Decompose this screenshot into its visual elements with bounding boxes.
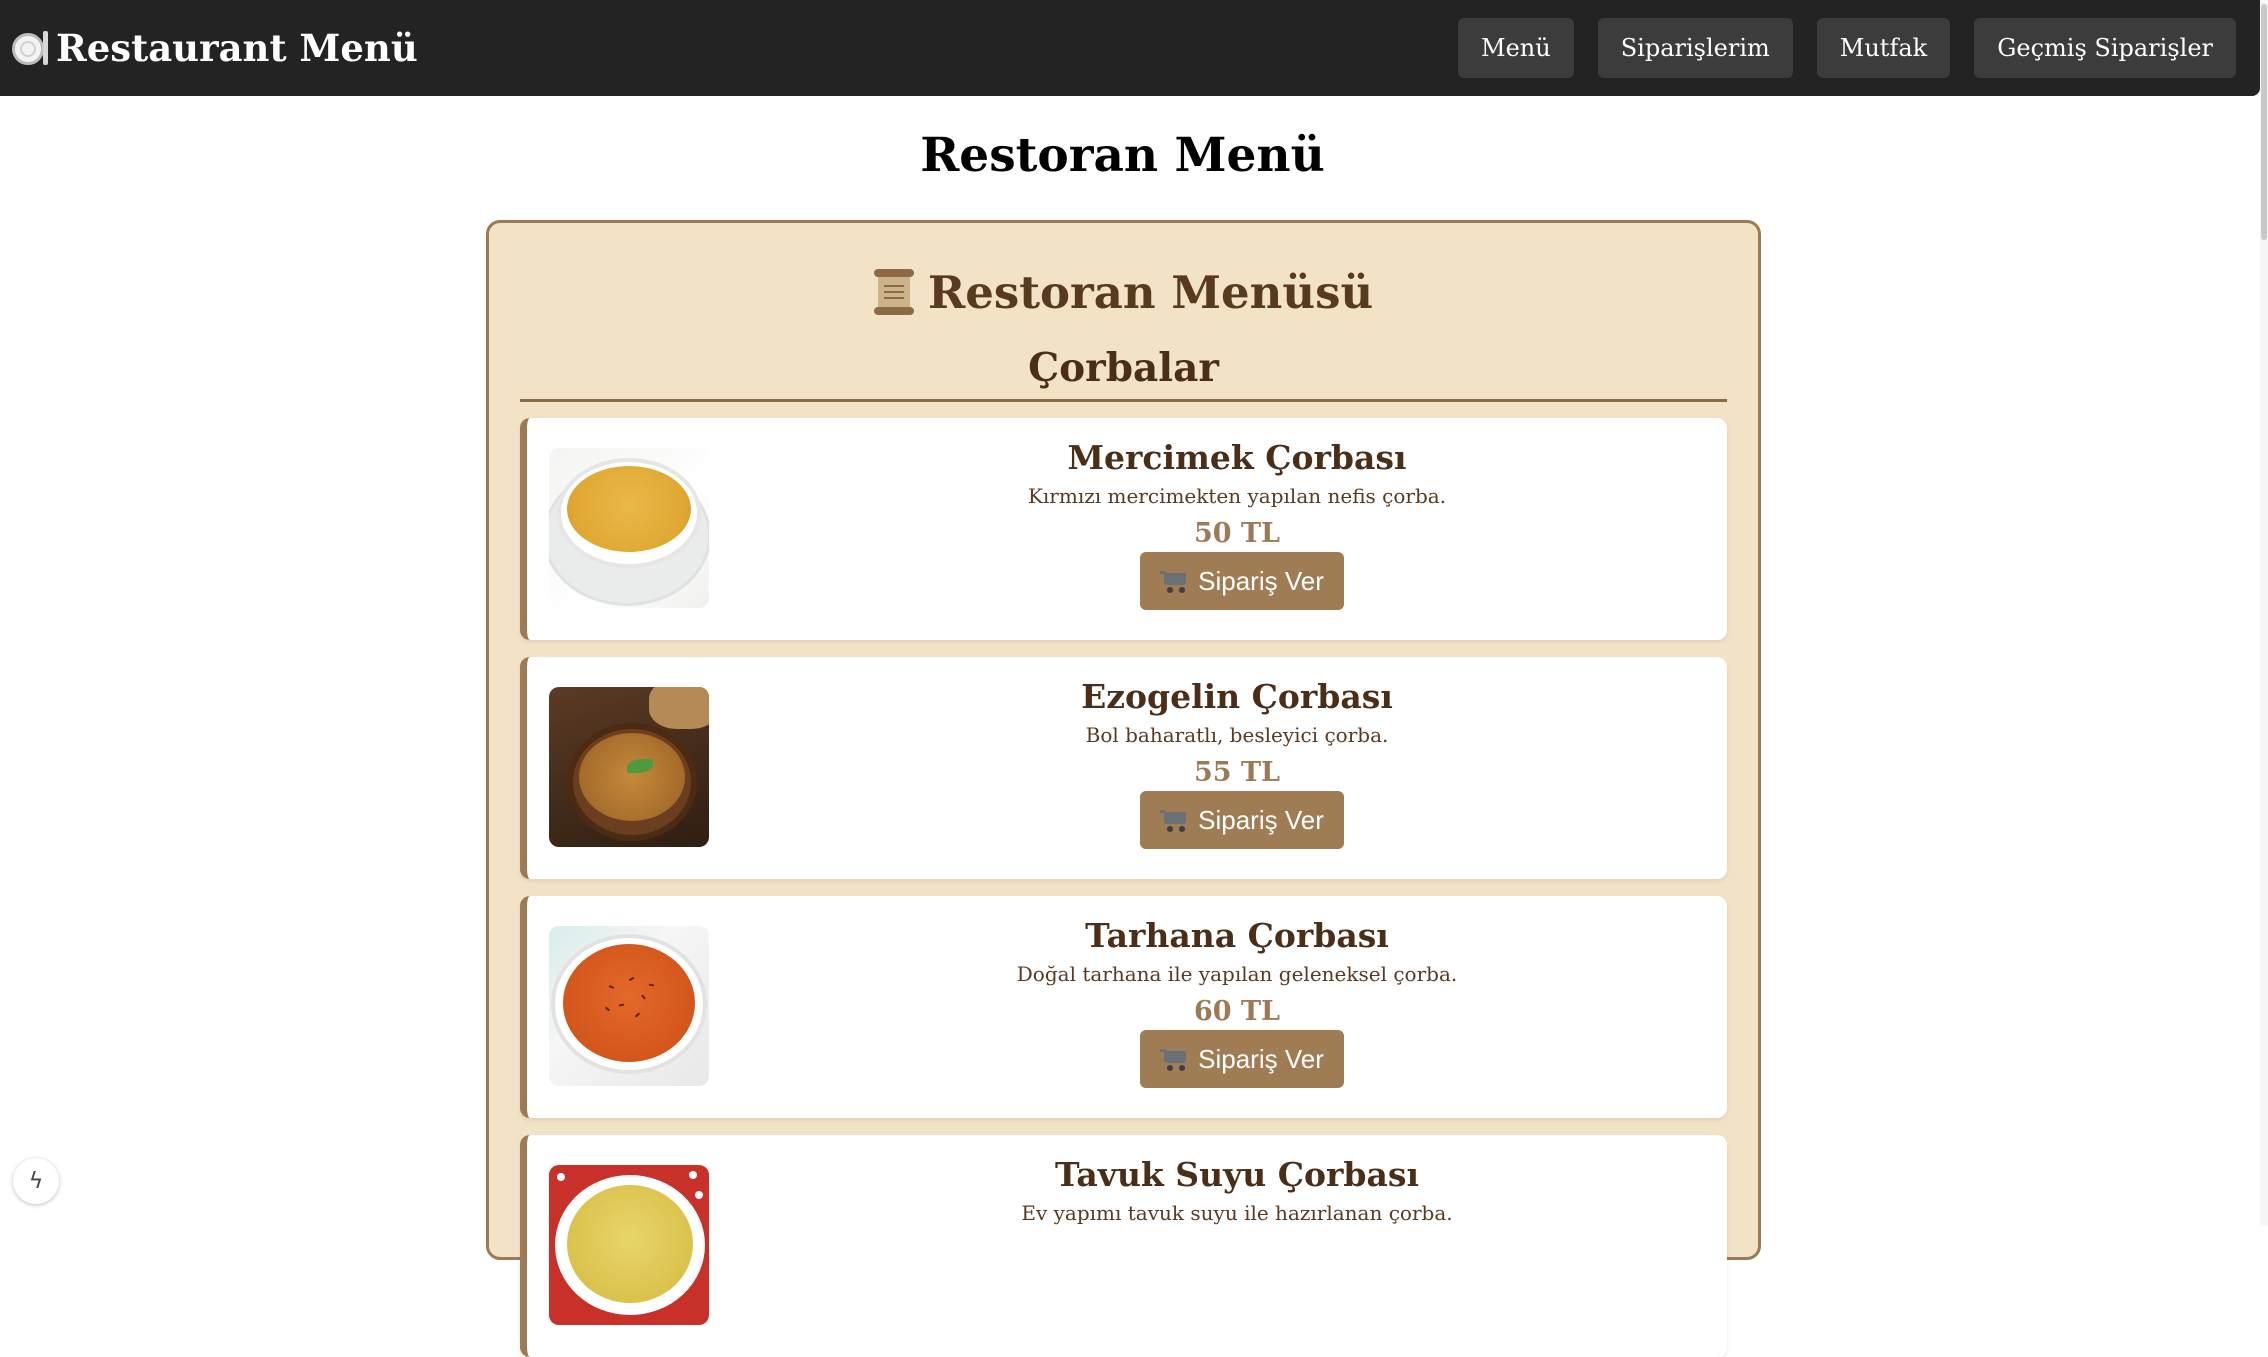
order-button-label: Sipariş Ver — [1198, 565, 1324, 596]
menu-item-name: Tarhana Çorbası — [1085, 916, 1389, 955]
menu-item-name: Mercimek Çorbası — [1067, 438, 1407, 477]
menu-item-price: 50 TL — [1193, 518, 1281, 549]
nav-links: Menü Siparişlerim Mutfak Geçmiş Siparişl… — [1458, 18, 2236, 78]
lentil-soup-image — [549, 448, 709, 608]
nav-kitchen-button[interactable]: Mutfak — [1816, 18, 1951, 78]
menu-item-name: Ezogelin Çorbası — [1081, 677, 1393, 716]
lightning-icon: ϟ — [28, 1168, 44, 1194]
order-button[interactable]: Sipariş Ver — [1140, 552, 1344, 610]
top-navbar: Restaurant Menü Menü Siparişlerim Mutfak… — [0, 0, 2260, 96]
cart-icon — [1160, 808, 1188, 832]
menu-items-list: Mercimek Çorbası Kırmızı mercimekten yap… — [520, 418, 1727, 1357]
tarhana-soup-image — [549, 926, 709, 1086]
devtools-toggle-button[interactable]: ϟ — [13, 1158, 59, 1204]
page-title: Restoran Menü — [920, 128, 1325, 183]
menu-panel: Restoran Menüsü Çorbalar Mercimek Çorbas… — [486, 220, 1761, 1357]
category-title: Çorbalar — [520, 345, 1727, 402]
scrollbar-thumb[interactable] — [2261, 4, 2267, 240]
menu-item-card: Tavuk Suyu Çorbası Ev yapımı tavuk suyu … — [520, 1135, 1727, 1357]
menu-item-name: Tavuk Suyu Çorbası — [1054, 1155, 1419, 1194]
order-button[interactable]: Sipariş Ver — [1140, 791, 1344, 849]
menu-item-description: Bol baharatlı, besleyici çorba. — [1085, 723, 1389, 747]
menu-title: Restoran Menüsü — [520, 261, 1727, 323]
brand-title: Restaurant Menü — [56, 26, 418, 70]
ezogelin-soup-image — [549, 687, 709, 847]
menu-item-price: 60 TL — [1193, 996, 1281, 1027]
menu-item-card: Tarhana Çorbası Doğal tarhana ile yapıla… — [520, 896, 1727, 1118]
brand[interactable]: Restaurant Menü — [10, 26, 418, 70]
order-button[interactable]: Sipariş Ver — [1140, 1030, 1344, 1088]
page-scrollbar[interactable] — [2260, 0, 2268, 1226]
menu-item-price: 55 TL — [1193, 757, 1281, 788]
menu-item-description: Doğal tarhana ile yapılan geleneksel çor… — [1016, 962, 1458, 986]
cart-icon — [1160, 569, 1188, 593]
menu-item-info: Tarhana Çorbası Doğal tarhana ile yapıla… — [747, 914, 1727, 1088]
nav-my-orders-button[interactable]: Siparişlerim — [1597, 18, 1793, 78]
nav-menu-button[interactable]: Menü — [1458, 18, 1574, 78]
nav-past-orders-button[interactable]: Geçmiş Siparişler — [1974, 18, 2236, 78]
plate-utensils-icon — [10, 29, 48, 67]
menu-item-card: Ezogelin Çorbası Bol baharatlı, besleyic… — [520, 657, 1727, 879]
order-button-label: Sipariş Ver — [1198, 804, 1324, 835]
menu-item-info: Tavuk Suyu Çorbası Ev yapımı tavuk suyu … — [747, 1153, 1727, 1229]
cart-icon — [1160, 1047, 1188, 1071]
order-button-label: Sipariş Ver — [1198, 1043, 1324, 1074]
menu-item-description: Ev yapımı tavuk suyu ile hazırlanan çorb… — [1021, 1201, 1453, 1225]
menu-item-description: Kırmızı mercimekten yapılan nefis çorba. — [1027, 484, 1447, 508]
menu-item-card: Mercimek Çorbası Kırmızı mercimekten yap… — [520, 418, 1727, 640]
menu-title-text: Restoran Menüsü — [927, 265, 1374, 319]
menu-item-info: Mercimek Çorbası Kırmızı mercimekten yap… — [747, 436, 1727, 610]
menu-item-info: Ezogelin Çorbası Bol baharatlı, besleyic… — [747, 675, 1727, 849]
scroll-icon — [873, 269, 914, 315]
chicken-soup-image — [549, 1165, 709, 1325]
